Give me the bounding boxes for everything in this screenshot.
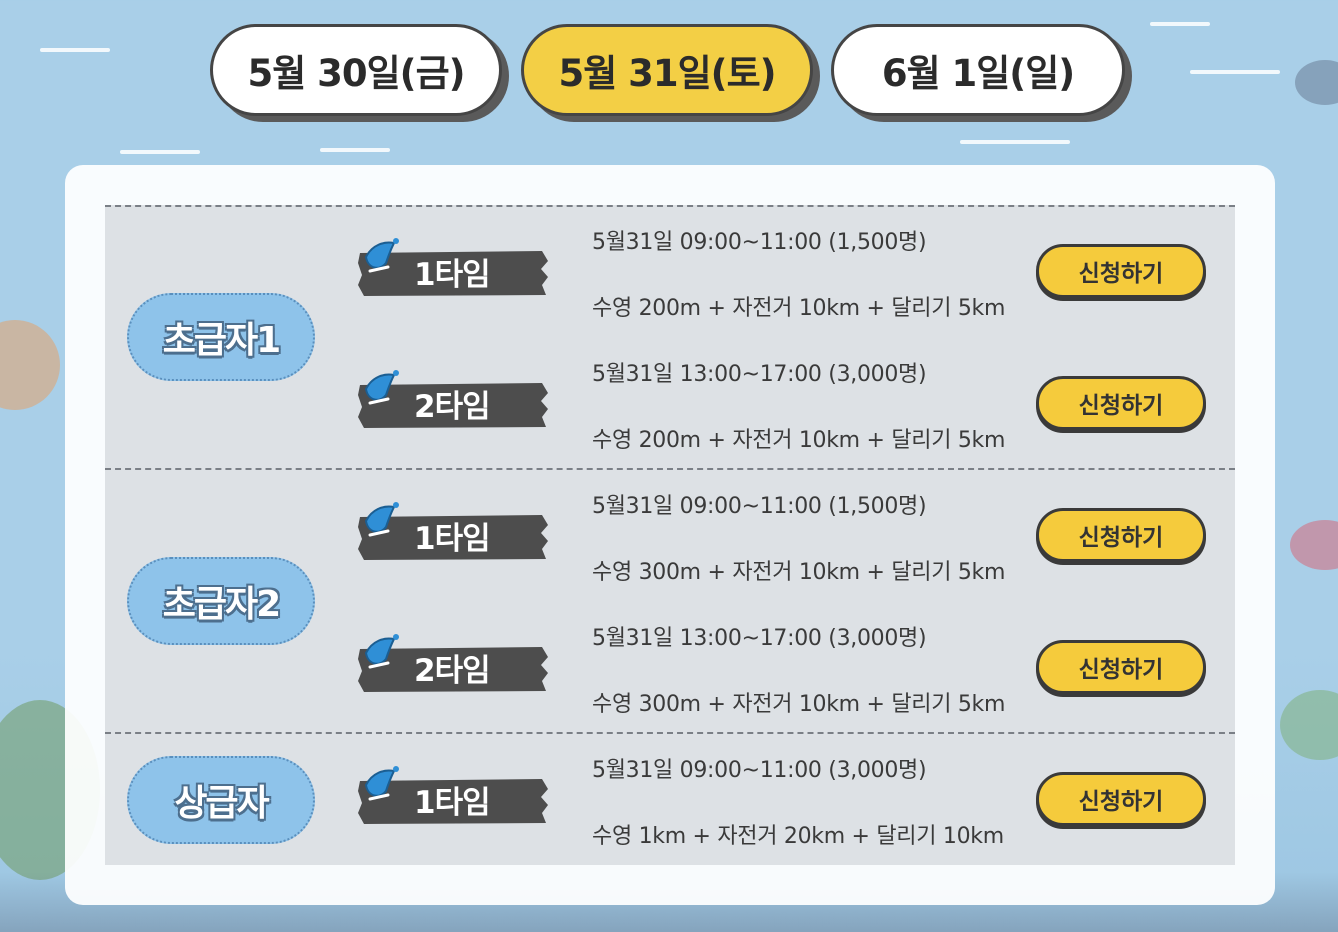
date-tab-may-31[interactable]: 5월 31일(토) [521,24,813,116]
apply-button[interactable]: 신청하기 [1036,508,1206,562]
session-course: 수영 300m + 자전거 10km + 달리기 5km [592,560,1006,585]
date-tab-may-30[interactable]: 5월 30일(금) [210,24,502,116]
time-badge: 2타임 [358,634,548,695]
session-course: 수영 300m + 자전거 10km + 달리기 5km [592,692,1006,717]
time-label: 1타임 [414,256,491,293]
session-schedule: 5월31일 09:00~11:00 (1,500명) [592,230,927,255]
time-badge: 2타임 [358,370,548,431]
water-drop-icon [364,502,399,537]
divider [105,468,1235,470]
time-label: 2타임 [414,388,491,425]
time-badge: 1타임 [358,766,548,827]
session-course: 수영 200m + 자전거 10km + 달리기 5km [592,428,1006,453]
session-schedule: 5월31일 09:00~11:00 (1,500명) [592,494,927,519]
session-schedule: 5월31일 13:00~17:00 (3,000명) [592,626,927,651]
water-drop-icon [364,238,399,273]
time-label: 1타임 [414,520,491,557]
water-drop-icon [364,766,399,801]
divider [105,205,1235,207]
session-schedule: 5월31일 09:00~11:00 (3,000명) [592,758,927,783]
time-badge: 1타임 [358,238,548,299]
time-badge: 1타임 [358,502,548,563]
session-course: 수영 200m + 자전거 10km + 달리기 5km [592,296,1006,321]
date-tab-jun-1[interactable]: 6월 1일(일) [831,24,1125,116]
divider [105,732,1235,734]
level-badge-advanced: 상급자 [127,756,315,844]
level-badge-beginner-1: 초급자1 [127,293,315,381]
water-drop-icon [364,370,399,405]
apply-button[interactable]: 신청하기 [1036,640,1206,694]
level-badge-beginner-2: 초급자2 [127,557,315,645]
session-course: 수영 1km + 자전거 20km + 달리기 10km [592,824,1004,849]
apply-button[interactable]: 신청하기 [1036,244,1206,298]
apply-button[interactable]: 신청하기 [1036,376,1206,430]
apply-button[interactable]: 신청하기 [1036,772,1206,826]
time-label: 1타임 [414,784,491,821]
session-schedule: 5월31일 13:00~17:00 (3,000명) [592,362,927,387]
time-label: 2타임 [414,652,491,689]
water-drop-icon [364,634,399,669]
